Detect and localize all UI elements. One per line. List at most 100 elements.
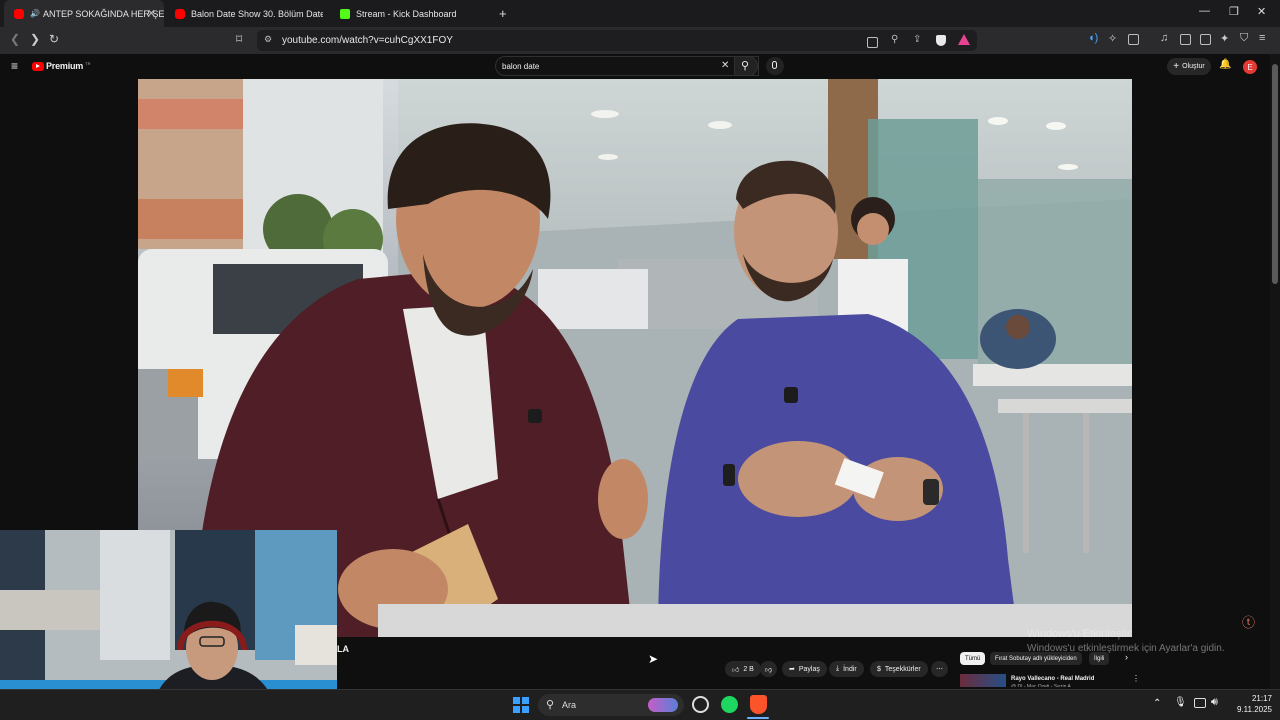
menu-icon[interactable]: ≡ xyxy=(1259,32,1265,44)
app-circle-icon[interactable] xyxy=(692,696,709,713)
browser-tab-strip: 🔊 ANTEP SOKAĞINDA HER ŞEYİ ✕ Balon Date … xyxy=(0,0,1280,27)
tab-label: Stream - Kick Dashboard xyxy=(356,8,457,19)
like-button[interactable]: 👍︎ 2 B xyxy=(725,661,761,677)
windows-taskbar: ⚲ Ara ⌃ 🎙︎ 🔊︎ 21:17 9.11.2025 xyxy=(0,689,1280,720)
back-icon[interactable]: ❮ xyxy=(10,32,20,46)
next-video-thumbnail[interactable] xyxy=(960,674,1006,687)
thumbs-up-icon: 👍︎ xyxy=(732,666,740,674)
minimize-icon[interactable]: — xyxy=(1199,5,1210,17)
rewards-icon[interactable] xyxy=(958,34,970,45)
activation-watermark-title: Windows'u Etkinleştir xyxy=(1027,628,1131,640)
download-button[interactable]: ⤓ İndir xyxy=(829,661,864,677)
tray-chevron-icon[interactable]: ⌃ xyxy=(1153,698,1161,709)
search-icon: ⚲ xyxy=(741,60,750,72)
voice-search-button[interactable] xyxy=(766,57,784,75)
spotify-icon[interactable] xyxy=(721,696,738,713)
youtube-logo[interactable]: Premium TR xyxy=(32,61,90,71)
scrollbar-thumb[interactable] xyxy=(1272,64,1278,284)
url-text: youtube.com/watch?v=cuhCgXX1FOY xyxy=(282,35,453,46)
microphone-icon xyxy=(772,61,777,69)
tab-antep[interactable]: 🔊 ANTEP SOKAĞINDA HER ŞEYİ ✕ xyxy=(4,0,164,27)
youtube-play-icon xyxy=(32,61,44,71)
scrollbar[interactable] xyxy=(1270,54,1280,689)
chip-label: İlgili xyxy=(1094,655,1105,662)
youtube-favicon-icon xyxy=(14,8,24,19)
windows-start-icon[interactable] xyxy=(513,697,529,713)
kick-favicon-icon xyxy=(340,8,350,19)
download-label: İndir xyxy=(843,665,857,673)
restore-icon[interactable]: ❐ xyxy=(1229,5,1239,18)
sidebar-icon[interactable] xyxy=(1180,34,1191,45)
share-label: Paylaş xyxy=(798,665,820,673)
next-video-title[interactable]: Rayo Vallecano - Real Madrid xyxy=(1011,676,1094,682)
video-title: LA xyxy=(337,644,349,654)
active-app-indicator xyxy=(747,717,769,719)
next-video-subtitle: @ DI - Maç Özeti - Sezin A xyxy=(1011,684,1071,687)
vpn-icon[interactable]: ⛉ xyxy=(1240,32,1248,45)
address-bar[interactable]: ⚙ youtube.com/watch?v=cuhCgXX1FOY ⚲ ⇪ xyxy=(257,30,977,51)
create-button[interactable]: + Oluştur xyxy=(1167,58,1211,75)
search-input[interactable]: balon date ✕ xyxy=(495,56,759,76)
wallet-icon[interactable] xyxy=(1200,34,1211,45)
tray-network-icon[interactable] xyxy=(1194,698,1206,708)
taskbar-search[interactable]: ⚲ Ara xyxy=(538,694,684,716)
tray-mic-icon[interactable]: 🎙︎ xyxy=(1174,697,1187,708)
youtube-favicon-icon xyxy=(175,8,185,19)
cast-icon[interactable] xyxy=(867,37,878,48)
brave-icon[interactable] xyxy=(750,695,767,714)
thanks-button[interactable]: $ Teşekkürler xyxy=(870,661,928,677)
chip-label: Fırat Sobutay adlı yükleyiciden xyxy=(995,655,1077,662)
search-value: balon date xyxy=(502,62,540,71)
share-icon: ➦ xyxy=(789,666,795,673)
translate-icon[interactable]: ◖) xyxy=(1088,32,1098,44)
dislike-button[interactable]: 👎︎ xyxy=(760,661,778,677)
notifications-icon[interactable]: 🔔 xyxy=(1219,59,1231,70)
extensions-icon[interactable]: ✧ xyxy=(1108,32,1117,45)
tab-kick-dashboard[interactable]: Stream - Kick Dashboard xyxy=(330,0,490,27)
close-tab-icon[interactable]: ✕ xyxy=(147,7,156,20)
site-info-icon[interactable]: ⚙ xyxy=(264,34,272,45)
thumbs-down-icon: 👎︎ xyxy=(765,666,773,674)
search-highlight-icon xyxy=(648,698,678,712)
create-label: Oluştur xyxy=(1182,63,1205,70)
hamburger-menu-icon[interactable]: ≡ xyxy=(11,59,18,73)
share-page-icon[interactable]: ⇪ xyxy=(913,34,921,45)
activation-watermark-text: Windows'u etkinleştirmek için Ayarlar'a … xyxy=(1027,643,1225,654)
tray-volume-icon[interactable]: 🔊︎ xyxy=(1211,696,1218,709)
taskbar-search-label: Ara xyxy=(562,700,577,710)
media-icon[interactable]: ♫ xyxy=(1160,32,1168,44)
clear-search-icon[interactable]: ✕ xyxy=(721,60,729,71)
tab-balon-date[interactable]: Balon Date Show 30. Bölüm Dateleri xyxy=(165,0,323,27)
thanks-label: Teşekkürler xyxy=(884,665,921,673)
youtube-header: ≡ Premium TR balon date ✕ ⚲ + Oluştur 🔔 … xyxy=(0,54,1270,79)
reload-icon[interactable]: ↻ xyxy=(49,32,59,46)
speaker-icon: 🔊 xyxy=(30,9,40,18)
logo-text: Premium xyxy=(46,61,84,71)
close-window-icon[interactable]: ✕ xyxy=(1257,5,1266,18)
search-button[interactable]: ⚲ xyxy=(734,56,758,76)
plus-icon: + xyxy=(1173,61,1180,72)
share-button[interactable]: ➦ Paylaş xyxy=(782,661,827,677)
download-icon: ⤓ xyxy=(836,665,840,672)
bookmark-icon[interactable]: ⌑ xyxy=(236,32,242,46)
next-video-menu-icon[interactable]: ⋮ xyxy=(1132,674,1140,683)
more-actions-button[interactable]: ⋯ xyxy=(931,661,948,677)
browser-toolbar: ❮ ❯ ↻ ⌑ ⚙ youtube.com/watch?v=cuhCgXX1FO… xyxy=(0,27,1280,54)
mouse-cursor-icon: ➤ xyxy=(648,652,659,666)
new-tab-icon[interactable]: + xyxy=(499,6,507,21)
avatar[interactable]: E xyxy=(1243,60,1257,74)
search-icon: ⚲ xyxy=(546,699,555,711)
thanks-icon: $ xyxy=(877,665,881,673)
zoom-icon[interactable]: ⚲ xyxy=(891,34,898,45)
clock-time[interactable]: 21:17 xyxy=(1230,694,1272,703)
clock-date[interactable]: 9.11.2025 xyxy=(1226,705,1272,714)
more-icon: ⋯ xyxy=(936,666,943,673)
shield-icon[interactable] xyxy=(936,35,946,46)
chip-all[interactable]: Tümü xyxy=(960,652,986,665)
avatar-letter: E xyxy=(1247,62,1253,72)
overlay-logo-icon: ⓣ xyxy=(1242,615,1256,630)
screenshot-icon[interactable] xyxy=(1128,34,1139,45)
leo-ai-icon[interactable]: ✦ xyxy=(1220,32,1229,45)
like-count: 2 B xyxy=(743,665,754,673)
forward-icon[interactable]: ❯ xyxy=(30,32,40,46)
